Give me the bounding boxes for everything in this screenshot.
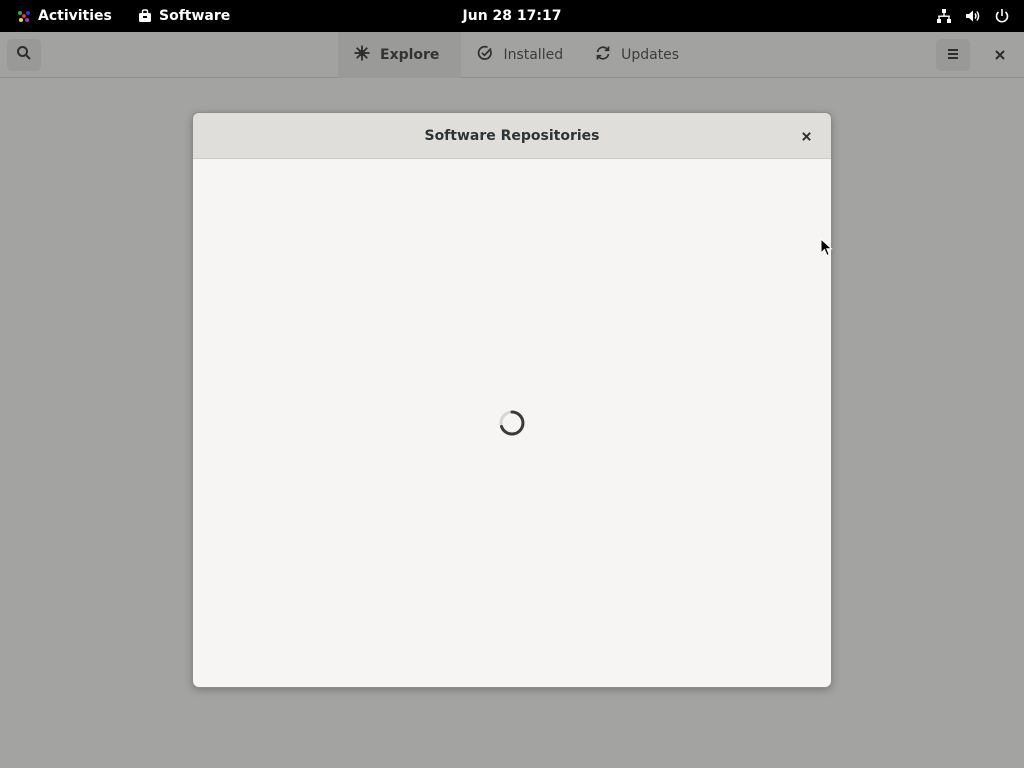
tab-updates-label: Updates xyxy=(621,47,680,63)
loading-spinner-icon xyxy=(498,409,526,437)
activities-label: Activities xyxy=(38,8,112,24)
tab-explore-label: Explore xyxy=(380,47,440,63)
header-bar: Explore Installed Updates xyxy=(0,32,1024,78)
dialog-header: Software Repositories xyxy=(193,113,831,159)
top-bar: Activities Software Jun 28 17:17 xyxy=(0,0,1024,32)
dialog-title: Software Repositories xyxy=(424,127,600,144)
search-button[interactable] xyxy=(7,39,41,71)
activities-logo-icon xyxy=(16,8,32,24)
dialog-close-button[interactable] xyxy=(793,123,819,149)
close-icon xyxy=(994,46,1006,65)
activities-button[interactable]: Activities xyxy=(16,0,112,32)
window-close-button[interactable] xyxy=(984,39,1016,71)
app-menu-label: Software xyxy=(159,8,231,24)
installed-check-icon xyxy=(477,45,493,65)
hamburger-menu-icon xyxy=(946,46,960,65)
system-status-area[interactable] xyxy=(936,0,1010,32)
power-icon xyxy=(994,8,1010,24)
tab-explore[interactable]: Explore xyxy=(338,32,462,78)
mouse-pointer-icon xyxy=(820,237,834,258)
main-menu-button[interactable] xyxy=(936,39,970,71)
app-menu-button[interactable]: Software xyxy=(138,0,230,32)
explore-icon xyxy=(354,45,370,65)
search-icon xyxy=(16,45,32,65)
tab-installed[interactable]: Installed xyxy=(461,32,579,78)
clock[interactable]: Jun 28 17:17 xyxy=(463,8,562,24)
updates-refresh-icon xyxy=(595,45,611,65)
tab-installed-label: Installed xyxy=(503,47,564,63)
volume-icon xyxy=(964,8,982,24)
network-icon xyxy=(936,8,952,24)
tab-updates[interactable]: Updates xyxy=(579,32,695,78)
software-repositories-dialog: Software Repositories xyxy=(192,112,832,688)
close-icon xyxy=(801,127,812,146)
view-switcher: Explore Installed Updates xyxy=(338,32,695,78)
software-bag-icon xyxy=(138,9,152,23)
